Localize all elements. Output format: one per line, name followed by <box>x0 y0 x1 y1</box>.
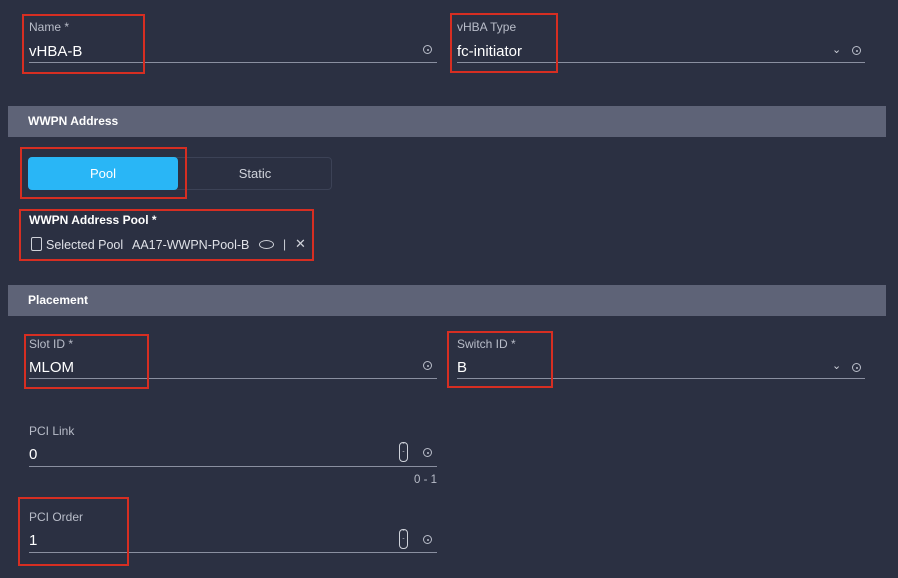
info-icon[interactable] <box>423 535 432 544</box>
stepper-icon[interactable]: ˆˇ <box>399 442 408 462</box>
section-header-placement: Placement <box>8 285 886 316</box>
highlight-box <box>24 334 149 389</box>
highlight-box <box>18 497 129 566</box>
section-header-wwpn: WWPN Address <box>8 106 886 137</box>
pci-link-range: 0 - 1 <box>414 474 438 486</box>
info-icon[interactable] <box>423 448 432 457</box>
pci-link-input[interactable]: 0 <box>29 446 37 463</box>
highlight-box <box>450 13 558 73</box>
info-icon[interactable] <box>852 46 861 55</box>
chevron-down-icon[interactable]: ⌄ <box>832 359 841 372</box>
section-title: WWPN Address <box>28 114 119 128</box>
pci-link-underline <box>29 466 437 467</box>
info-icon[interactable] <box>423 361 432 370</box>
chevron-down-icon[interactable]: ⌄ <box>832 43 841 56</box>
highlight-box <box>20 147 187 199</box>
info-icon[interactable] <box>852 363 861 372</box>
static-toggle-button[interactable]: Static <box>178 157 332 190</box>
highlight-box <box>22 14 145 74</box>
info-icon[interactable] <box>423 45 432 54</box>
highlight-box <box>447 331 553 388</box>
pci-link-label: PCI Link <box>29 424 75 438</box>
section-title: Placement <box>28 293 89 307</box>
stepper-icon[interactable]: ˆˇ <box>399 529 408 549</box>
highlight-box <box>19 209 314 261</box>
